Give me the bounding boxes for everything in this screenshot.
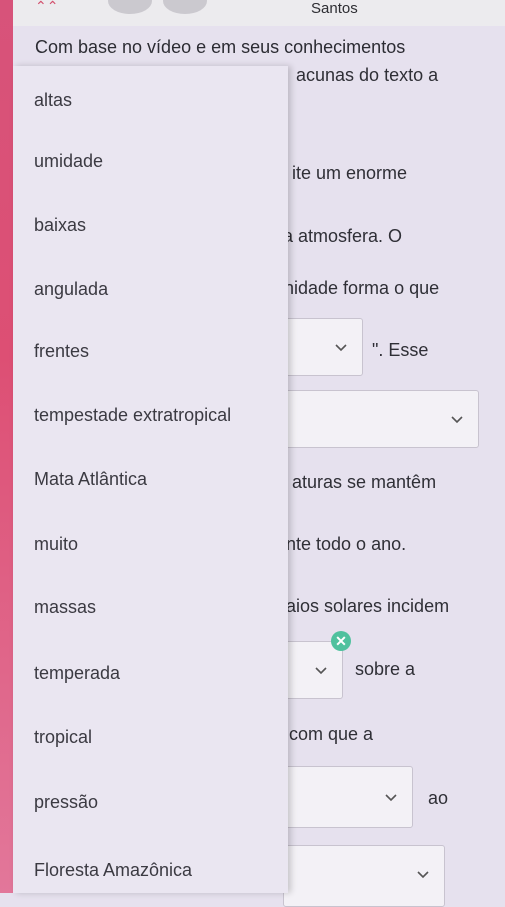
chevron-down-icon [385, 794, 397, 802]
passage-fragment: com que a [289, 724, 374, 744]
blank-dropdown[interactable] [283, 641, 343, 699]
option-item[interactable]: frentes [34, 341, 89, 362]
blank-dropdown[interactable] [283, 845, 445, 907]
chevron-down-icon [315, 667, 327, 675]
option-item[interactable]: altas [34, 90, 72, 111]
passage-fragment: a atmosfera. O [283, 226, 403, 246]
option-item[interactable]: baixas [34, 215, 86, 236]
option-item[interactable]: pressão [34, 792, 98, 813]
passage-fragment: nidade forma o que [284, 278, 440, 298]
option-item[interactable]: tempestade extratropical [34, 405, 231, 426]
passage-fragment: ". Esse [372, 340, 429, 360]
passage-fragment: ite um enorme [292, 163, 408, 183]
option-item[interactable]: muito [34, 534, 78, 555]
blank-dropdown[interactable] [283, 766, 413, 828]
blank-dropdown[interactable] [283, 390, 479, 448]
option-item[interactable]: tropical [34, 727, 92, 748]
option-item[interactable]: Mata Atlântica [34, 469, 147, 490]
user-name: Santos [311, 0, 358, 17]
passage-fragment: sobre a [355, 659, 416, 679]
chevron-down-icon [417, 871, 429, 879]
passage-fragment: nte todo o ano. [286, 534, 407, 554]
left-accent-strip [0, 0, 13, 893]
status-bar: ⌃⌃ [13, 0, 505, 26]
status-blob-icon [108, 0, 152, 14]
notification-icon: ⌃⌃ [35, 0, 59, 14]
option-item[interactable]: angulada [34, 279, 108, 300]
question-prompt: Com base no vídeo e em seus conhecimento… [35, 37, 406, 57]
passage-fragment: aios solares incidem [286, 596, 450, 616]
option-item[interactable]: temperada [34, 663, 120, 684]
option-item[interactable]: massas [34, 597, 96, 618]
option-item[interactable]: Floresta Amazônica [34, 860, 192, 881]
option-item[interactable]: umidade [34, 151, 103, 172]
passage-fragment: aturas se mantêm [292, 472, 437, 492]
chevron-down-icon [451, 416, 463, 424]
passage-fragment: acunas do texto a [296, 65, 439, 85]
blank-dropdown[interactable] [283, 318, 363, 376]
passage-fragment: ao [428, 788, 449, 808]
close-icon[interactable]: ✕ [331, 631, 351, 651]
chevron-down-icon [335, 344, 347, 352]
status-blob-icon [163, 0, 207, 14]
